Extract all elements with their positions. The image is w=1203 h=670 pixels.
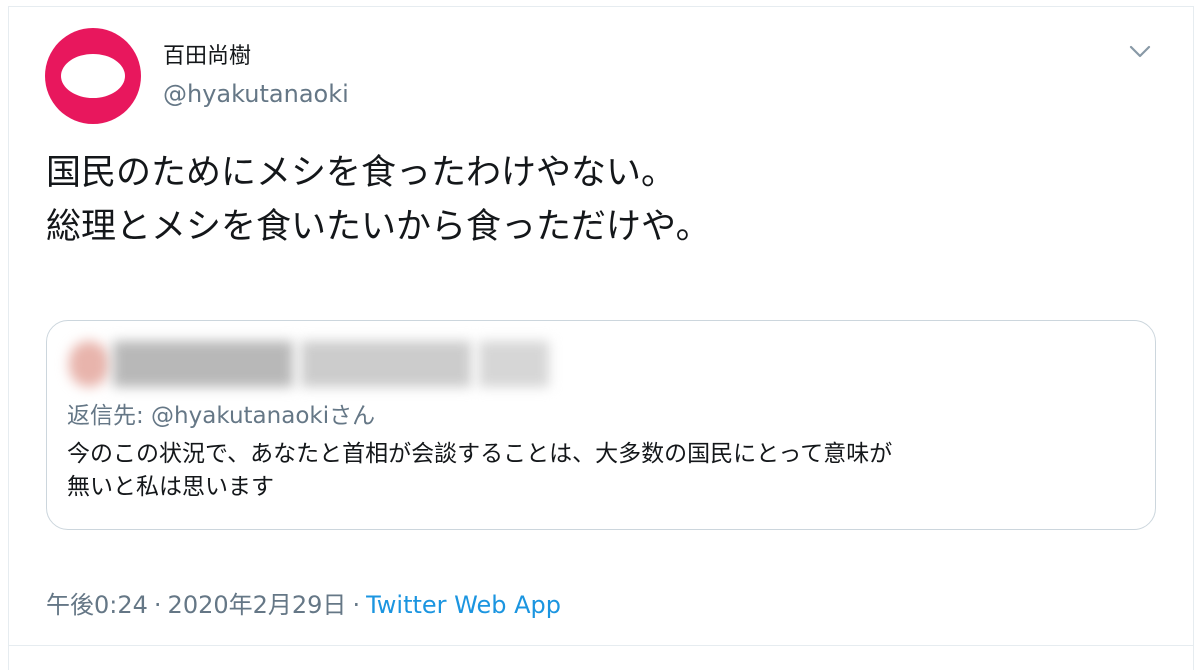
user-handle[interactable]: @hyakutanaoki bbox=[163, 80, 349, 108]
meta-separator: · bbox=[352, 591, 361, 619]
quoted-tweet[interactable]: 返信先: @hyakutanaokiさん 今のこの状況で、あなたと首相が会談する… bbox=[46, 320, 1156, 530]
tweet-date[interactable]: 2020年2月29日 bbox=[168, 591, 347, 619]
tweet-text-line-2: 総理とメシを食いたいから食っただけや。 bbox=[46, 207, 711, 247]
meta-separator: · bbox=[153, 591, 162, 619]
chevron-down-icon[interactable] bbox=[1126, 40, 1154, 64]
quoted-text-line-2: 無いと私は思います bbox=[67, 474, 274, 500]
source-app-link[interactable]: Twitter Web App bbox=[366, 591, 561, 619]
quoted-tweet-text: 今のこの状況で、あなたと首相が会談することは、大多数の国民にとって意味が 無いと… bbox=[67, 438, 892, 504]
reply-to-label[interactable]: 返信先: @hyakutanaokiさん bbox=[67, 396, 375, 430]
tweet-text-line-1: 国民のためにメシを食ったわけやない。 bbox=[46, 153, 677, 193]
quoted-text-line-1: 今のこの状況で、あなたと首相が会談することは、大多数の国民にとって意味が bbox=[67, 441, 893, 467]
display-name[interactable]: 百田尚樹 bbox=[163, 38, 251, 70]
divider bbox=[8, 645, 1194, 646]
avatar-inner-shape bbox=[61, 54, 125, 98]
blurred-author-name bbox=[69, 341, 559, 387]
avatar[interactable] bbox=[45, 28, 141, 124]
tweet-text: 国民のためにメシを食ったわけやない。 総理とメシを食いたいから食っただけや。 bbox=[46, 146, 711, 254]
tweet-time[interactable]: 午後0:24 bbox=[46, 591, 148, 619]
tweet-meta: 午後0:24 · 2020年2月29日 · Twitter Web App bbox=[46, 585, 561, 620]
